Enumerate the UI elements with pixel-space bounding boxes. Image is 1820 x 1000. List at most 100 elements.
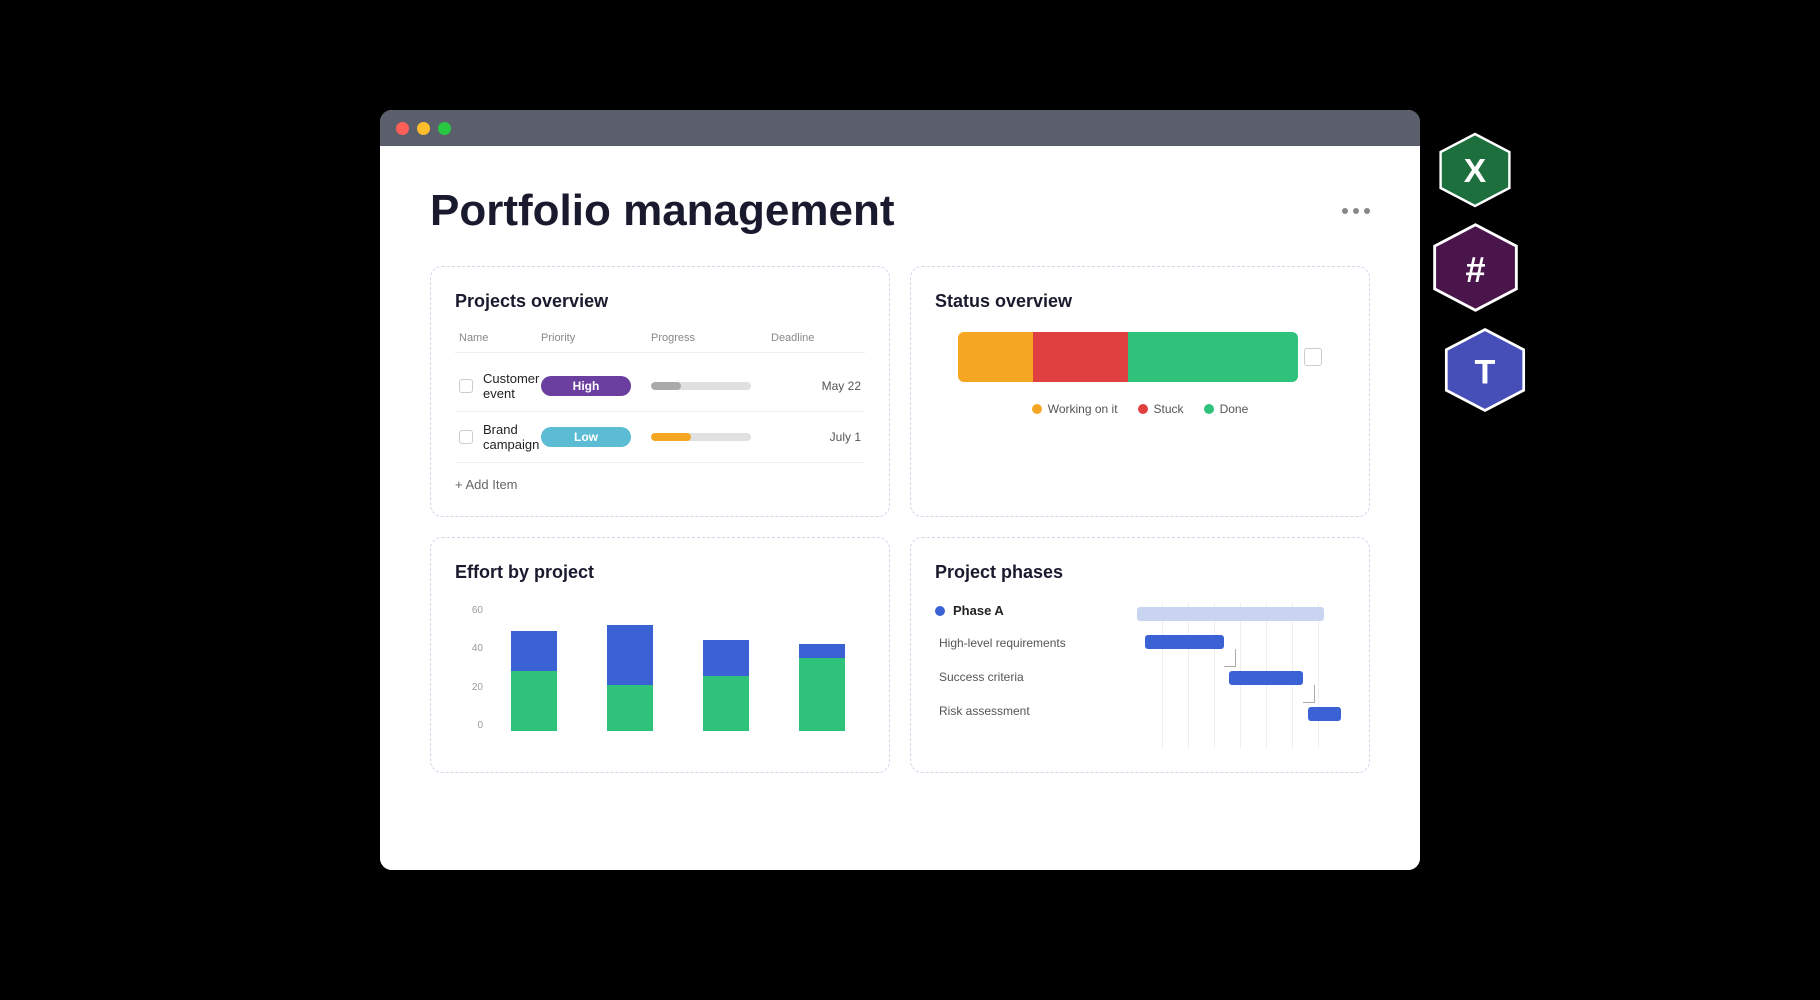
projects-overview-title: Projects overview <box>455 291 865 312</box>
task-text-0: High-level requirements <box>939 636 1066 650</box>
col-priority: Priority <box>541 332 651 344</box>
bar-group-2 <box>683 640 769 731</box>
legend-label-stuck: Stuck <box>1154 402 1184 416</box>
task-label-1: Success criteria <box>935 668 1125 686</box>
svg-text:X: X <box>1464 153 1487 190</box>
bar-green-2 <box>703 676 749 731</box>
legend-dot-done <box>1204 404 1214 414</box>
legend-working-on-it: Working on it <box>1032 402 1118 416</box>
priority-cell-0: High <box>541 376 651 396</box>
status-working-on-it <box>958 332 1033 382</box>
integrations-panel: X # T <box>1420 130 1530 415</box>
gantt-bar-risk <box>1308 707 1341 721</box>
legend-dot-working <box>1032 404 1042 414</box>
row-checkbox-1[interactable] <box>459 430 473 444</box>
gantt-chart <box>1137 603 1345 748</box>
project-phases-title: Project phases <box>935 562 1345 583</box>
deadline-0: May 22 <box>771 379 861 393</box>
traffic-light-red <box>396 122 409 135</box>
bar-group-0 <box>491 631 577 731</box>
task-label-2: Risk assessment <box>935 702 1125 720</box>
bar-blue-0 <box>511 631 557 671</box>
bar-blue-2 <box>703 640 749 676</box>
gantt-bar-success <box>1229 671 1304 685</box>
bar-blue-3 <box>799 644 845 658</box>
table-row: Customer event High May 22 <box>455 361 865 412</box>
bar-stack-1 <box>607 625 653 731</box>
browser-titlebar <box>380 110 1420 146</box>
row-checkbox-0[interactable] <box>459 379 473 393</box>
more-dot-2 <box>1353 208 1359 214</box>
status-stuck <box>1033 332 1128 382</box>
phase-a-text: Phase A <box>953 603 1004 618</box>
more-menu-button[interactable] <box>1342 208 1370 214</box>
effort-title: Effort by project <box>455 562 865 583</box>
phase-a-dot <box>935 606 945 616</box>
phase-a-label: Phase A <box>935 603 1125 618</box>
effort-by-project-card: Effort by project 60 40 20 0 <box>430 537 890 773</box>
priority-badge-0[interactable]: High <box>541 376 631 396</box>
more-dot-1 <box>1342 208 1348 214</box>
task-text-2: Risk assessment <box>939 704 1030 718</box>
svg-text:#: # <box>1465 249 1485 290</box>
status-overview-card: Status overview <box>910 266 1370 517</box>
legend-dot-stuck <box>1138 404 1148 414</box>
bar-green-0 <box>511 671 557 731</box>
progress-bar-1 <box>651 433 751 441</box>
y-axis: 60 40 20 0 <box>455 603 483 733</box>
browser-content: Portfolio management Projects overview N… <box>380 146 1420 870</box>
bar-green-1 <box>607 685 653 731</box>
task-label-0: High-level requirements <box>935 634 1125 652</box>
legend-label-working: Working on it <box>1048 402 1118 416</box>
col-name: Name <box>459 332 541 344</box>
status-bar-toggle[interactable] <box>1304 348 1322 366</box>
traffic-light-green <box>438 122 451 135</box>
gantt-col-2 <box>1189 603 1215 748</box>
task-text-1: Success criteria <box>939 670 1024 684</box>
legend-stuck: Stuck <box>1138 402 1184 416</box>
bar-blue-1 <box>607 625 653 685</box>
gantt-bar-phase-a <box>1137 607 1324 621</box>
row-name-0: Customer event <box>459 371 541 401</box>
row-name-text-1: Brand campaign <box>483 422 541 452</box>
projects-table: Name Priority Progress Deadline Customer… <box>455 332 865 492</box>
project-phases-card: Project phases Phase A High-level requir… <box>910 537 1370 773</box>
status-done <box>1128 332 1298 382</box>
page-header: Portfolio management <box>430 186 1370 236</box>
deadline-1: July 1 <box>771 430 861 444</box>
bars-container <box>491 603 865 733</box>
table-row: Brand campaign Low July 1 <box>455 412 865 463</box>
scene: X # T Po <box>380 110 1440 890</box>
bar-stack-3 <box>799 644 845 731</box>
excel-integration-icon[interactable]: X <box>1435 130 1515 210</box>
priority-badge-1[interactable]: Low <box>541 427 631 447</box>
dashboard-grid: Projects overview Name Priority Progress… <box>430 266 1370 773</box>
phases-labels: Phase A High-level requirements Success … <box>935 603 1125 748</box>
gantt-connector-0 <box>1224 649 1236 667</box>
bar-group-1 <box>587 625 673 731</box>
slack-integration-icon[interactable]: # <box>1428 220 1523 315</box>
gantt-connector-1 <box>1303 685 1315 703</box>
y-label-0: 0 <box>477 720 483 731</box>
progress-bar-0 <box>651 382 751 390</box>
browser-window: Portfolio management Projects overview N… <box>380 110 1420 870</box>
more-dot-3 <box>1364 208 1370 214</box>
y-label-60: 60 <box>472 605 483 616</box>
row-name-1: Brand campaign <box>459 422 541 452</box>
status-chart: Working on it Stuck Done <box>935 332 1345 416</box>
progress-fill-1 <box>651 433 691 441</box>
traffic-light-yellow <box>417 122 430 135</box>
col-progress: Progress <box>651 332 771 344</box>
bar-stack-2 <box>703 640 749 731</box>
gantt-col-7 <box>1319 603 1345 748</box>
bar-group-3 <box>779 644 865 731</box>
y-label-20: 20 <box>472 682 483 693</box>
add-item-button[interactable]: + Add Item <box>455 477 865 492</box>
status-overview-title: Status overview <box>935 291 1345 312</box>
phases-content: Phase A High-level requirements Success … <box>935 603 1345 748</box>
bar-chart: 60 40 20 0 <box>455 603 865 733</box>
legend-label-done: Done <box>1220 402 1249 416</box>
gantt-col-0 <box>1137 603 1163 748</box>
teams-integration-icon[interactable]: T <box>1440 325 1530 415</box>
priority-cell-1: Low <box>541 427 651 447</box>
